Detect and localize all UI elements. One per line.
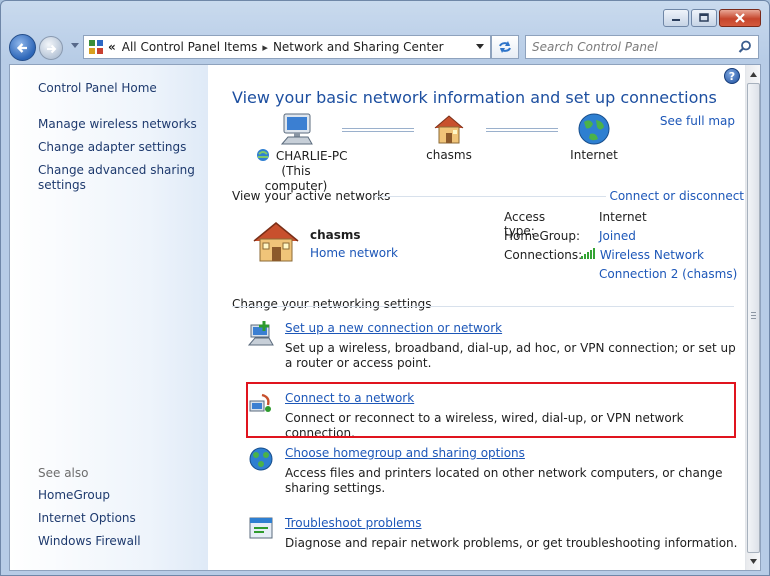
- sidebar: Control Panel Home Manage wireless netwo…: [10, 65, 208, 570]
- search-icon[interactable]: [738, 40, 752, 54]
- help-button[interactable]: ?: [724, 68, 740, 84]
- divider: [232, 306, 734, 307]
- wireless-signal-icon: [581, 248, 595, 259]
- connections-label: Connections:: [504, 248, 583, 262]
- homegroup-icon: [249, 447, 273, 471]
- back-button[interactable]: [9, 34, 36, 61]
- search-input[interactable]: [526, 36, 726, 58]
- setup-new-connection-description: Set up a wireless, broadband, dial-up, a…: [285, 341, 736, 370]
- scroll-thumb[interactable]: [747, 83, 760, 553]
- new-connection-icon: [248, 321, 274, 346]
- wireless-connection-link[interactable]: Wireless Network: [600, 248, 704, 262]
- breadcrumb-all-control-panel-items[interactable]: All Control Panel Items: [122, 40, 258, 54]
- see-full-map-link[interactable]: See full map: [660, 114, 735, 128]
- network-type-link[interactable]: Home network: [310, 246, 398, 260]
- computer-name: CHARLIE-PC: [275, 149, 348, 163]
- page-title: View your basic network information and …: [232, 88, 717, 107]
- map-node-internet[interactable]: Internet: [564, 112, 624, 163]
- arrow-down-icon: [750, 558, 757, 564]
- back-forward-buttons: [9, 33, 81, 61]
- search-box: [525, 35, 759, 59]
- homegroup-sharing-description: Access files and printers located on oth…: [285, 466, 723, 495]
- map-node-network[interactable]: chasms: [419, 112, 479, 163]
- refresh-button[interactable]: [491, 35, 519, 59]
- arrow-right-icon: [47, 44, 57, 54]
- refresh-icon: [499, 41, 511, 53]
- computer-icon: [280, 113, 313, 145]
- close-button[interactable]: [719, 9, 761, 27]
- sidebar-item-change-advanced-sharing-settings[interactable]: Change advanced sharing settings: [38, 163, 198, 193]
- maximize-icon: [699, 13, 709, 22]
- sidebar-item-change-adapter-settings[interactable]: Change adapter settings: [38, 140, 198, 155]
- connect-or-disconnect-link[interactable]: Connect or disconnect: [609, 189, 744, 203]
- network-computer-icon: [257, 149, 269, 161]
- address-bar[interactable]: « All Control Panel Items ▸ Network and …: [83, 35, 491, 59]
- main-panel: ? View your basic network information an…: [208, 65, 745, 570]
- see-also-homegroup[interactable]: HomeGroup: [38, 488, 141, 503]
- map-connector: [486, 128, 558, 132]
- see-also-internet-options[interactable]: Internet Options: [38, 511, 141, 526]
- internet-node-name: Internet: [570, 148, 618, 162]
- sidebar-item-control-panel-home[interactable]: Control Panel Home: [38, 81, 157, 96]
- homegroup-sharing-link[interactable]: Choose homegroup and sharing options: [285, 446, 525, 460]
- active-networks-heading: View your active networks: [232, 189, 391, 203]
- navigation-bar: « All Control Panel Items ▸ Network and …: [7, 33, 763, 61]
- wireless-connection-link-line2[interactable]: Connection 2 (chasms): [599, 267, 737, 281]
- address-dropdown-icon[interactable]: [476, 44, 484, 50]
- settings-heading: Change your networking settings: [232, 297, 432, 311]
- arrow-left-icon: [16, 43, 27, 53]
- sidebar-item-manage-wireless-networks[interactable]: Manage wireless networks: [38, 117, 198, 132]
- troubleshoot-icon: [249, 517, 273, 539]
- address-overflow-chevron[interactable]: «: [108, 40, 116, 54]
- forward-button[interactable]: [39, 36, 63, 60]
- network-node-name: chasms: [426, 148, 472, 162]
- setup-new-connection-link[interactable]: Set up a new connection or network: [285, 321, 502, 335]
- breadcrumb-network-and-sharing-center[interactable]: Network and Sharing Center: [273, 40, 444, 54]
- globe-icon: [578, 113, 610, 145]
- close-icon: [735, 13, 745, 23]
- homegroup-joined-link[interactable]: Joined: [599, 229, 636, 243]
- homegroup-label: HomeGroup:: [504, 229, 581, 243]
- troubleshoot-link[interactable]: Troubleshoot problems: [285, 516, 421, 530]
- see-also-list: HomeGroup Internet Options Windows Firew…: [38, 488, 141, 557]
- connection-value: Wireless Network: [580, 248, 704, 262]
- minimize-icon: [672, 19, 680, 21]
- minimize-button[interactable]: [663, 9, 689, 27]
- home-network-icon: [434, 115, 464, 144]
- scroll-grip: [751, 312, 756, 320]
- vertical-scrollbar[interactable]: [745, 65, 760, 570]
- scroll-down-button[interactable]: [747, 554, 760, 568]
- arrow-up-icon: [750, 71, 757, 77]
- window: « All Control Panel Items ▸ Network and …: [0, 0, 770, 576]
- caption-buttons: [663, 9, 761, 27]
- access-type-value: Internet: [599, 210, 647, 224]
- maximize-button[interactable]: [691, 9, 717, 27]
- sidebar-tasks: Manage wireless networks Change adapter …: [38, 117, 198, 201]
- see-also-windows-firewall[interactable]: Windows Firewall: [38, 534, 141, 549]
- see-also-heading: See also: [38, 466, 89, 480]
- recent-pages-dropdown-icon[interactable]: [71, 43, 79, 49]
- troubleshoot-description: Diagnose and repair network problems, or…: [285, 536, 738, 550]
- divider: [374, 196, 606, 197]
- map-connector: [342, 128, 414, 132]
- content-area: Control Panel Home Manage wireless netwo…: [9, 64, 761, 571]
- active-network-name: chasms: [310, 228, 361, 242]
- control-panel-icon: [89, 40, 103, 54]
- map-node-computer[interactable]: CHARLIE-PC (This computer): [256, 112, 348, 194]
- home-network-icon: [253, 222, 299, 262]
- scroll-up-button[interactable]: [747, 67, 760, 81]
- highlight-box: [246, 382, 736, 438]
- breadcrumb-separator[interactable]: ▸: [262, 41, 268, 54]
